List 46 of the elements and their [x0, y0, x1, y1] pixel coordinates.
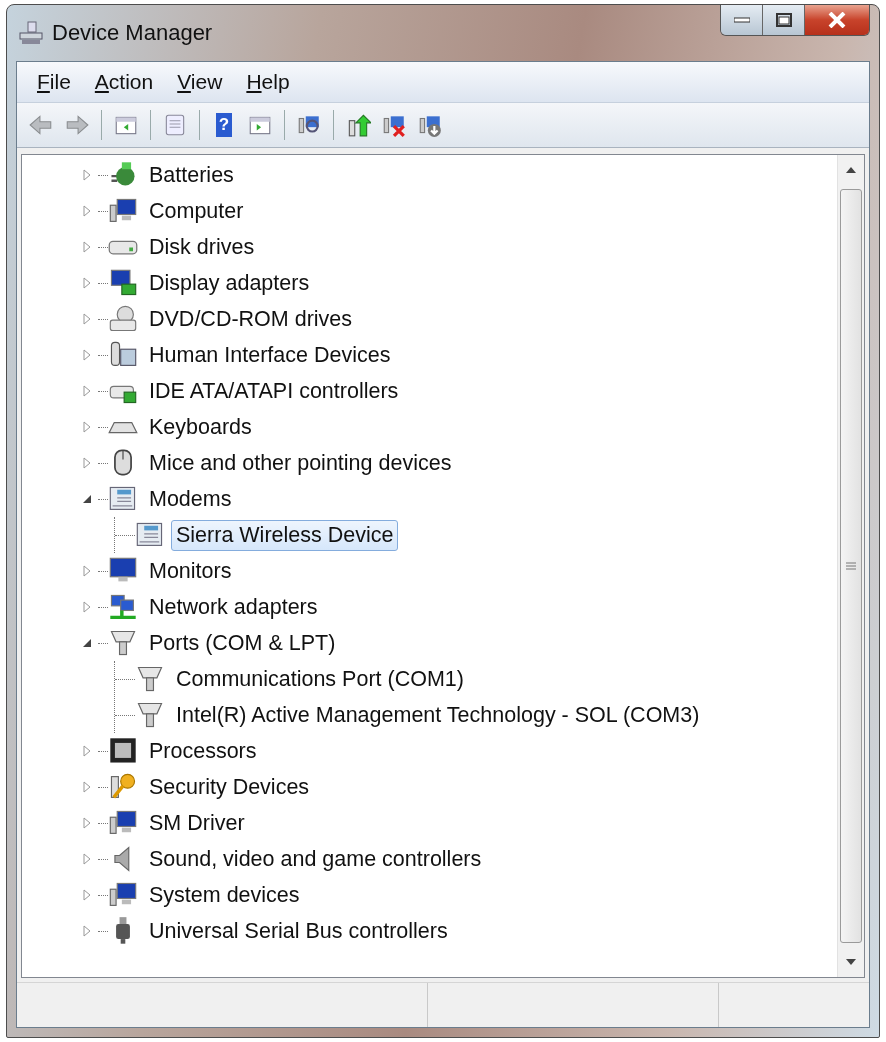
menu-item[interactable]: Help [236, 68, 300, 96]
tree-item[interactable]: Modems [144, 483, 237, 515]
tree-item[interactable]: System devices [144, 879, 305, 911]
serial-port-icon [135, 664, 165, 694]
tree-item[interactable]: Batteries [144, 159, 239, 191]
tree-item[interactable]: Disk drives [144, 231, 260, 263]
tree-item[interactable]: Processors [144, 735, 262, 767]
tree-item[interactable]: Mice and other pointing devices [144, 447, 457, 479]
tree-item[interactable]: Computer [144, 195, 249, 227]
close-button[interactable] [805, 5, 869, 35]
minimize-icon [733, 17, 750, 23]
device-manager-icon [18, 21, 44, 45]
optical-drive-icon [108, 304, 138, 334]
tree-item[interactable]: Network adapters [144, 591, 323, 623]
tree-item[interactable]: Sound, video and game controllers [144, 843, 487, 875]
help-button[interactable]: ? [208, 109, 240, 141]
tree-item[interactable]: Ports (COM & LPT) [144, 627, 341, 659]
keyboard-icon [108, 420, 138, 434]
menu-item[interactable]: File [27, 68, 81, 96]
maximize-icon [775, 13, 792, 27]
close-icon [828, 12, 846, 28]
tree-item[interactable]: SM Driver [144, 807, 250, 839]
maximize-button[interactable] [763, 5, 805, 35]
tree-item[interactable]: Intel(R) Active Management Technology - SOL (COM3) [171, 699, 705, 731]
tree-item[interactable]: Monitors [144, 555, 237, 587]
serial-port-icon [135, 700, 165, 730]
tree-item[interactable]: Display adapters [144, 267, 315, 299]
window-title: Device Manager [52, 20, 213, 46]
tree-item[interactable]: Security Devices [144, 771, 315, 803]
serial-port-icon [108, 628, 138, 658]
chip-icon [108, 736, 138, 766]
minimize-button[interactable] [721, 5, 763, 35]
scrollbar-thumb[interactable] [840, 189, 862, 943]
network-icon [108, 592, 138, 622]
tree-item[interactable]: Sierra Wireless Device [171, 519, 399, 551]
menu-item[interactable]: Action [84, 68, 164, 96]
tree-item[interactable]: Universal Serial Bus controllers [144, 915, 453, 947]
menu-item[interactable]: View [167, 68, 233, 96]
forward-arrow-icon [64, 112, 90, 138]
tree-item[interactable]: IDE ATA/ATAPI controllers [144, 375, 404, 407]
tree-item[interactable]: DVD/CD-ROM drives [144, 303, 358, 335]
back-arrow-icon [28, 112, 54, 138]
tree-item[interactable]: Keyboards [144, 411, 257, 443]
display-adapter-icon [108, 268, 138, 298]
tree-item[interactable]: Human Interface Devices [144, 339, 396, 371]
tree-item[interactable]: Communications Port (COM1) [171, 663, 469, 695]
